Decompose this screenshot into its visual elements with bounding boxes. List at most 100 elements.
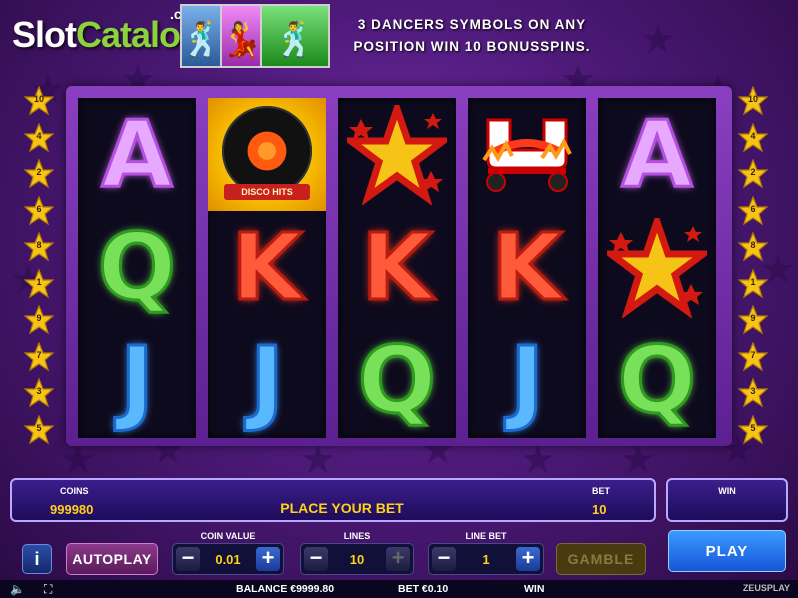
disco-hits-record-icon: DISCO HITS bbox=[208, 98, 326, 211]
red-star-icon bbox=[338, 98, 456, 211]
coin-value-plus-button[interactable]: + bbox=[256, 547, 280, 571]
roller-skate-icon bbox=[468, 98, 586, 211]
gamble-button[interactable]: GAMBLE bbox=[556, 543, 646, 575]
symbol-letter: Q bbox=[96, 213, 177, 321]
lines-display: 10 bbox=[349, 552, 365, 567]
lines-stepper: LINES − 10 + bbox=[300, 531, 414, 575]
line-bet-label: LINE BET bbox=[465, 531, 507, 541]
slotcatalog-logo: SlotCatalog .com bbox=[12, 6, 203, 56]
bonus-hint-text: 3 DANCERS SYMBOLS ON ANY POSITION WIN 10… bbox=[353, 17, 591, 54]
payline-marker-8: 8 bbox=[24, 232, 54, 262]
line-bet-minus-button[interactable]: − bbox=[432, 547, 456, 571]
symbol-q: Q bbox=[598, 324, 716, 437]
status-message: PLACE YOUR BET bbox=[280, 500, 404, 516]
symbol-letter: Q bbox=[356, 326, 437, 434]
symbol-letter: K bbox=[230, 213, 304, 321]
win-label: WIN bbox=[718, 486, 736, 496]
payline-marker-2: 2 bbox=[738, 159, 768, 189]
speaker-icon[interactable]: 🔈 bbox=[10, 582, 25, 596]
payline-number: 4 bbox=[750, 130, 756, 141]
payline-marker-9: 9 bbox=[738, 305, 768, 335]
payline-marker-4: 4 bbox=[738, 122, 768, 153]
symbol-letter: J bbox=[248, 326, 285, 434]
symbol-letter: J bbox=[118, 326, 155, 434]
bet-value: 10 bbox=[592, 502, 607, 517]
reel-4: KJ bbox=[468, 98, 586, 438]
symbol-letter: J bbox=[508, 326, 545, 434]
payline-number: 6 bbox=[36, 203, 42, 214]
payline-marker-3: 3 bbox=[738, 378, 768, 408]
payline-marker-1: 1 bbox=[24, 268, 54, 299]
background-star-icon: ★ bbox=[60, 438, 96, 482]
balance-text: BALANCE €9999.80 bbox=[236, 583, 335, 595]
symbol-a: A bbox=[598, 98, 716, 211]
reel-5: AQ bbox=[598, 98, 716, 438]
symbol-k: K bbox=[468, 211, 586, 324]
play-button[interactable]: PLAY bbox=[668, 530, 786, 572]
payline-marker-5: 5 bbox=[24, 414, 54, 445]
reel-1: AQJ bbox=[78, 98, 196, 438]
coin-value-label: COIN VALUE bbox=[200, 531, 256, 541]
symbol-j: J bbox=[208, 324, 326, 437]
payline-number: 4 bbox=[36, 130, 42, 141]
footer-win-text: WIN bbox=[524, 583, 545, 595]
coin-value-minus-button[interactable]: − bbox=[176, 547, 200, 571]
payline-number: 8 bbox=[750, 240, 756, 250]
payline-number: 5 bbox=[750, 422, 756, 433]
payline-number: 9 bbox=[36, 313, 42, 323]
symbol-letter: K bbox=[490, 213, 564, 321]
payline-marker-1: 1 bbox=[738, 268, 768, 299]
symbol-j: J bbox=[78, 324, 196, 437]
info-button[interactable]: i bbox=[22, 544, 52, 574]
reel-2: DISCO HITS K J bbox=[208, 98, 326, 438]
blue-dancer-icon: 🕺 bbox=[180, 4, 224, 68]
disco-label: DISCO HITS bbox=[224, 184, 310, 200]
payline-marker-3: 3 bbox=[24, 378, 54, 408]
lines-minus-button[interactable]: − bbox=[304, 547, 328, 571]
pink-dancer-icon: 💃 bbox=[220, 4, 264, 68]
payline-marker-7: 7 bbox=[24, 341, 54, 372]
payline-number: 10 bbox=[747, 94, 758, 104]
logo-slot: Slot bbox=[12, 14, 77, 55]
payline-number: 2 bbox=[750, 167, 756, 177]
background-star-icon: ★ bbox=[620, 438, 656, 482]
background-star-icon: ★ bbox=[640, 18, 676, 62]
payline-marker-8: 8 bbox=[738, 232, 768, 262]
payline-number: 7 bbox=[36, 349, 42, 360]
coin-value-stepper: COIN VALUE − 0.01 + bbox=[172, 531, 284, 575]
fullscreen-icon[interactable]: ⛶ bbox=[44, 582, 52, 597]
coins-label: COINS bbox=[60, 486, 89, 496]
footer-bet-text: BET €0.10 bbox=[398, 583, 449, 595]
symbol-k: K bbox=[208, 211, 326, 324]
symbol-q: Q bbox=[78, 211, 196, 324]
reel-3: KQ bbox=[338, 98, 456, 438]
lines-plus-button[interactable]: + bbox=[386, 547, 410, 571]
lines-label: LINES bbox=[343, 531, 371, 541]
symbol-a: A bbox=[78, 98, 196, 211]
payline-number: 3 bbox=[36, 386, 42, 396]
payline-number: 1 bbox=[36, 276, 42, 287]
symbol-letter: K bbox=[360, 213, 434, 321]
background-star-icon: ★ bbox=[300, 438, 336, 482]
symbol-letter: A bbox=[620, 100, 694, 208]
line-bet-stepper: LINE BET − 1 + bbox=[428, 531, 544, 575]
line-bet-display: 1 bbox=[482, 552, 490, 567]
payline-number: 6 bbox=[750, 203, 756, 214]
coins-value: 999980 bbox=[50, 502, 94, 517]
autoplay-button[interactable]: AUTOPLAY bbox=[66, 543, 158, 575]
reel-frame: A Q J DISCO HITS K J K Q K J A Q bbox=[66, 86, 732, 446]
symbol-k: K bbox=[338, 211, 456, 324]
symbol-letter: Q bbox=[616, 326, 697, 434]
line-bet-plus-button[interactable]: + bbox=[516, 547, 540, 571]
payline-number: 8 bbox=[36, 240, 42, 250]
background-star-icon: ★ bbox=[520, 438, 556, 482]
red-star-icon bbox=[598, 211, 716, 324]
payline-marker-4: 4 bbox=[24, 122, 54, 153]
payline-number: 1 bbox=[750, 276, 756, 287]
symbol-j: J bbox=[468, 324, 586, 437]
info-bar: COINS 999980 PLACE YOUR BET BET 10 bbox=[10, 478, 656, 522]
payline-marker-5: 5 bbox=[738, 414, 768, 445]
payline-number: 10 bbox=[33, 94, 44, 104]
payline-marker-10: 10 bbox=[738, 86, 768, 116]
payline-number: 2 bbox=[36, 167, 42, 177]
